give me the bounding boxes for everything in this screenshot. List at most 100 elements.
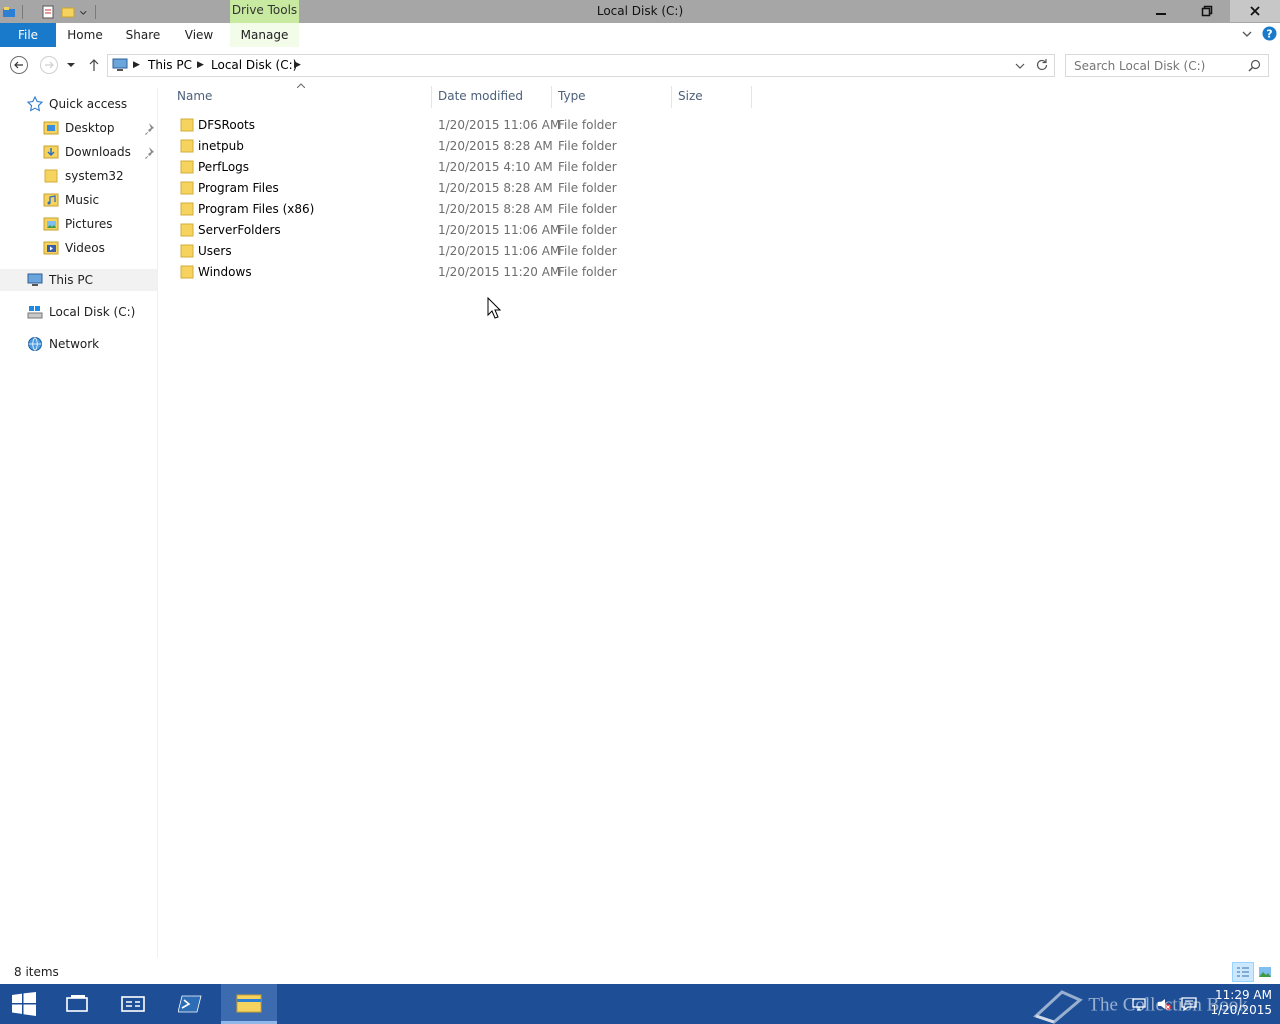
sort-ascending-icon <box>297 83 305 88</box>
file-row[interactable]: Program Files (x86) 1/20/2015 8:28 AM File… <box>174 199 752 220</box>
powershell-icon <box>178 995 202 1013</box>
file-row[interactable]: Users 1/20/2015 11:06 AM File folder <box>174 241 752 262</box>
close-button[interactable] <box>1230 0 1280 22</box>
mouse-cursor-icon <box>487 297 501 319</box>
file-date-modified: 1/20/2015 11:06 AM <box>438 118 561 132</box>
this-pc-icon <box>112 58 128 71</box>
file-row[interactable]: Windows 1/20/2015 11:20 AM File folder <box>174 262 752 283</box>
search-icon[interactable] <box>1248 59 1261 72</box>
help-icon[interactable]: ? <box>1262 26 1277 41</box>
desktop-folder-icon <box>43 121 59 135</box>
breadcrumb-this-pc[interactable]: This PC <box>148 55 192 76</box>
file-row[interactable]: PerfLogs 1/20/2015 4:10 AM File folder <box>174 157 752 178</box>
folder-icon <box>180 265 194 279</box>
folder-icon <box>180 244 194 258</box>
nav-label: Desktop <box>65 121 115 135</box>
nav-this-pc[interactable]: This PC <box>0 269 157 291</box>
expand-ribbon-chevron-icon[interactable] <box>1241 27 1253 41</box>
file-type: File folder <box>558 118 617 132</box>
file-row[interactable]: ServerFolders 1/20/2015 11:06 AM File fold… <box>174 220 752 241</box>
task-view-icon <box>66 995 88 1012</box>
nav-network[interactable]: Network <box>27 333 99 355</box>
search-input[interactable] <box>1074 57 1244 74</box>
up-button[interactable] <box>84 54 104 76</box>
minimize-button[interactable] <box>1138 0 1184 22</box>
breadcrumb-separator-icon[interactable]: ▶ <box>133 55 140 76</box>
tab-home[interactable]: Home <box>62 23 108 47</box>
navigation-bar: ▶ This PC ▶ Local Disk (C:) ▶ <box>0 52 1280 78</box>
item-count: 8 items <box>14 965 59 979</box>
file-type: File folder <box>558 139 617 153</box>
close-icon <box>1250 6 1260 16</box>
breadcrumb-separator-icon[interactable]: ▶ <box>294 55 301 76</box>
downloads-folder-icon <box>43 145 59 159</box>
nav-item-videos[interactable]: Videos <box>43 237 105 259</box>
view-switcher <box>1232 962 1276 982</box>
forward-button[interactable] <box>39 54 59 76</box>
tab-manage[interactable]: Manage <box>230 23 299 47</box>
file-name: Program Files <box>198 181 279 195</box>
column-header-date-modified[interactable]: Date modified <box>432 86 552 108</box>
address-bar[interactable]: ▶ This PC ▶ Local Disk (C:) ▶ <box>107 54 1055 77</box>
back-button[interactable] <box>9 54 29 76</box>
column-header-type[interactable]: Type <box>552 86 672 108</box>
watermark-text: The Collection Book <box>1088 994 1248 1016</box>
window-title: Local Disk (C:) <box>596 4 684 18</box>
tab-view[interactable]: View <box>178 23 220 47</box>
server-manager-button[interactable] <box>109 984 157 1024</box>
restore-button[interactable] <box>1184 0 1230 22</box>
network-icon <box>28 337 42 351</box>
nav-local-disk[interactable]: Local Disk (C:) <box>27 301 135 323</box>
file-name: PerfLogs <box>198 160 250 174</box>
start-button[interactable] <box>0 984 48 1024</box>
column-header-size[interactable]: Size <box>672 86 752 108</box>
nav-item-pictures[interactable]: Pictures <box>43 213 113 235</box>
pin-icon[interactable] <box>141 146 155 160</box>
nav-item-music[interactable]: Music <box>43 189 99 211</box>
nav-quick-access[interactable]: Quick access <box>27 93 127 115</box>
breadcrumb-local-disk[interactable]: Local Disk (C:) <box>211 55 297 76</box>
file-name: ServerFolders <box>198 223 281 237</box>
nav-item-system32[interactable]: system32 <box>43 165 124 187</box>
file-row[interactable]: inetpub 1/20/2015 8:28 AM File folder <box>174 136 752 157</box>
column-label: Date modified <box>438 89 524 103</box>
file-name: inetpub <box>198 139 244 153</box>
windows-logo-icon <box>12 992 36 1016</box>
navigation-pane: Quick access Desktop Downloads system32 … <box>0 88 158 958</box>
nav-item-desktop[interactable]: Desktop <box>43 117 115 139</box>
file-date-modified: 1/20/2015 4:10 AM <box>438 160 553 174</box>
refresh-icon[interactable] <box>1035 58 1049 72</box>
star-icon <box>27 96 43 112</box>
file-name: Windows <box>198 265 252 279</box>
nav-item-downloads[interactable]: Downloads <box>43 141 131 163</box>
details-view-button[interactable] <box>1232 962 1254 982</box>
recent-locations-button[interactable] <box>63 54 79 76</box>
tab-file[interactable]: File <box>0 23 56 47</box>
file-row[interactable]: Program Files 1/20/2015 8:28 AM File folde… <box>174 178 752 199</box>
nav-label: Downloads <box>65 145 131 159</box>
title-bar: Drive Tools Local Disk (C:) <box>0 0 1280 23</box>
nav-label: Network <box>49 337 100 351</box>
file-type: File folder <box>558 181 617 195</box>
drive-icon <box>27 306 43 319</box>
column-header-name[interactable]: Name <box>171 86 432 108</box>
file-date-modified: 1/20/2015 8:28 AM <box>438 181 553 195</box>
file-name: Program Files (x86) <box>198 202 315 216</box>
powershell-button[interactable] <box>166 984 214 1024</box>
task-view-button[interactable] <box>53 984 101 1024</box>
file-date-modified: 1/20/2015 11:06 AM <box>438 244 561 258</box>
search-box[interactable] <box>1065 54 1269 77</box>
address-history-chevron-icon[interactable] <box>1015 61 1025 71</box>
forward-arrow-icon <box>40 56 58 74</box>
file-date-modified: 1/20/2015 11:20 AM <box>438 265 561 279</box>
large-icons-view-button[interactable] <box>1254 962 1276 982</box>
column-label: Size <box>678 89 703 103</box>
breadcrumb-separator-icon[interactable]: ▶ <box>197 55 204 76</box>
file-explorer-taskbar-button[interactable] <box>221 984 277 1024</box>
videos-folder-icon <box>43 241 59 255</box>
file-row[interactable]: DFSRoots 1/20/2015 11:06 AM File folder <box>174 115 752 136</box>
tab-share[interactable]: Share <box>120 23 166 47</box>
pin-icon[interactable] <box>141 122 155 136</box>
file-type: File folder <box>558 244 617 258</box>
ribbon-tabs: File Home Share View Manage ? <box>0 23 1280 47</box>
